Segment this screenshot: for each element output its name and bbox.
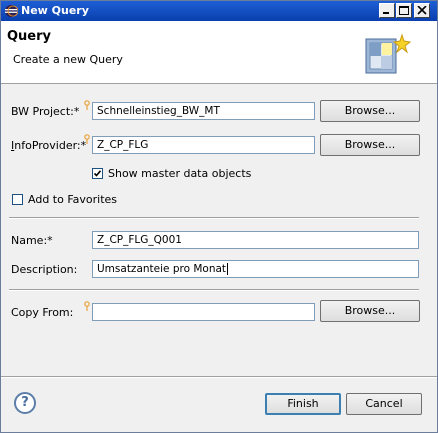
description-label: Description: [11,263,78,276]
infoprovider-browse-button[interactable]: Browse... [320,134,420,156]
name-label: Name:* [11,234,53,247]
description-field[interactable]: Umsatzanteie pro Monat [92,260,419,278]
finish-button[interactable]: Finish [265,393,341,415]
new-query-dialog: New Query Query Create a new Query BW Pr… [0,0,438,433]
bw-project-label: BW Project:* [11,105,80,118]
show-master-data-checkbox[interactable] [92,168,103,179]
close-button[interactable] [414,3,430,18]
new-query-wizard-icon [365,33,412,74]
bw-project-browse-button[interactable]: Browse... [320,100,420,122]
eclipse-app-icon [5,5,18,17]
cancel-button[interactable]: Cancel [346,393,422,415]
add-to-favorites-checkbox[interactable] [12,194,23,205]
close-icon [417,6,427,15]
page-subtitle: Create a new Query [13,53,123,66]
help-icon[interactable]: ? [14,392,36,414]
separator [9,217,419,219]
title-bar[interactable]: New Query [1,1,437,21]
infoprovider-label: InfoProvider:* [11,139,87,152]
name-field[interactable]: Z_CP_FLG_Q001 [92,231,419,249]
content-assist-marker-icon [84,301,90,311]
required-marker-icon [84,134,90,144]
bw-project-field[interactable]: Schnelleinstieg_BW_MT [92,102,315,120]
copy-from-browse-button[interactable]: Browse... [320,300,420,322]
separator [9,289,419,291]
maximize-button[interactable] [396,3,412,18]
show-master-data-label: Show master data objects [108,167,252,180]
required-marker-icon [84,100,90,110]
minimize-button[interactable] [379,3,395,18]
infoprovider-field[interactable]: Z_CP_FLG [92,136,315,154]
infoprovider-label-text: nfoProvider:* [14,139,87,152]
footer-separator [1,376,437,378]
maximize-icon [399,6,409,15]
page-title: Query [7,29,52,44]
window-title: New Query [21,4,89,17]
text-caret [227,263,229,275]
description-value: Umsatzanteie pro Monat [97,263,227,275]
minimize-icon [383,12,389,14]
checkmark-icon [93,170,102,177]
wizard-banner: Query Create a new Query [1,21,437,84]
add-to-favorites-label: Add to Favorites [28,193,118,206]
copy-from-label: Copy From: [11,306,74,319]
copy-from-field[interactable] [92,303,315,321]
